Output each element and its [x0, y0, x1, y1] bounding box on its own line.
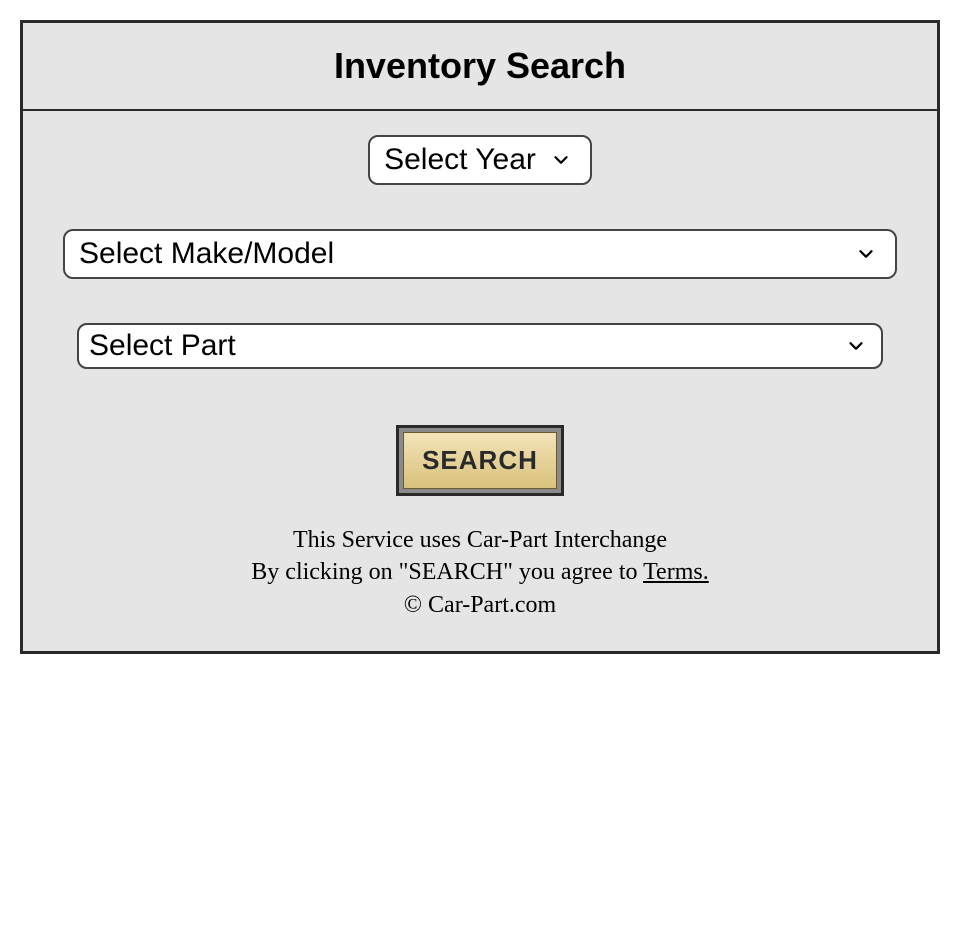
footer-copyright: © Car-Part.com — [63, 589, 897, 621]
page-title: Inventory Search — [23, 45, 937, 87]
footer-line-2-prefix: By clicking on "SEARCH" you agree to — [251, 559, 643, 585]
footer-line-2: By clicking on "SEARCH" you agree to Ter… — [63, 556, 897, 588]
make-model-row: Select Make/Model — [63, 229, 897, 279]
terms-link[interactable]: Terms. — [643, 559, 709, 585]
year-select[interactable]: Select Year — [368, 135, 592, 185]
panel-header: Inventory Search — [23, 23, 937, 111]
inventory-search-panel: Inventory Search Select Year Select Make… — [20, 20, 940, 654]
search-button-label: SEARCH — [403, 432, 557, 489]
part-select[interactable]: Select Part — [77, 323, 883, 369]
part-select-label: Select Part — [89, 329, 831, 363]
make-model-select[interactable]: Select Make/Model — [63, 229, 897, 279]
chevron-down-icon — [845, 335, 867, 357]
year-row: Select Year — [63, 135, 897, 185]
make-model-select-label: Select Make/Model — [79, 237, 841, 271]
chevron-down-icon — [855, 243, 877, 265]
search-button[interactable]: SEARCH — [396, 425, 564, 496]
footer-text: This Service uses Car-Part Interchange B… — [63, 524, 897, 621]
search-form: Select Year Select Make/Model — [23, 111, 937, 651]
chevron-down-icon — [550, 149, 572, 171]
part-row: Select Part — [63, 323, 897, 369]
year-select-label: Select Year — [384, 143, 536, 177]
footer-line-1: This Service uses Car-Part Interchange — [63, 524, 897, 556]
search-button-row: SEARCH — [63, 425, 897, 496]
